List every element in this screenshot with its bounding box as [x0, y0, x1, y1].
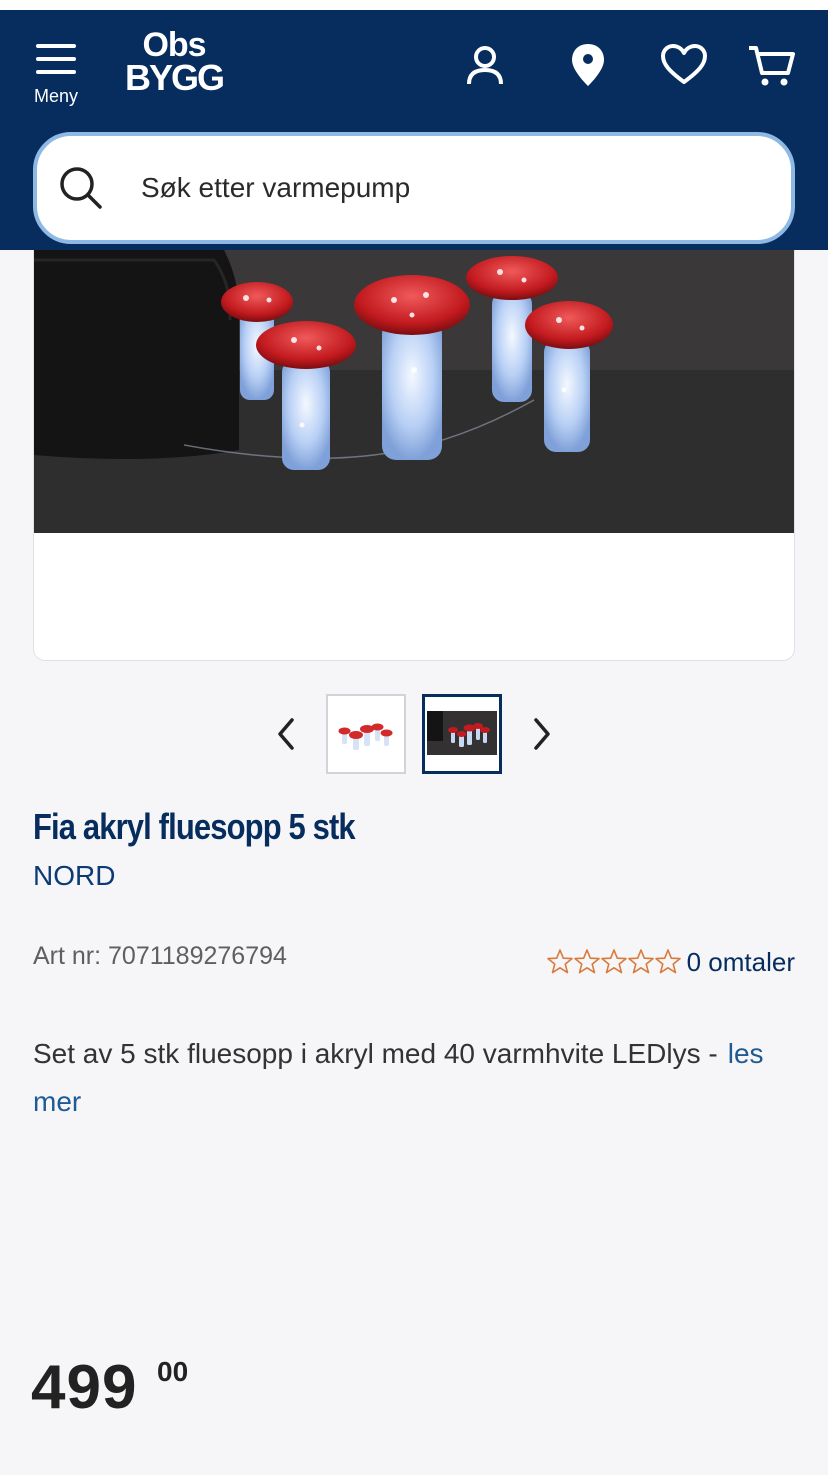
product-image-card — [33, 250, 795, 661]
product-title: Fia akryl fluesopp 5 stk — [33, 806, 356, 847]
menu-label: Meny — [33, 86, 78, 106]
star-icon — [627, 949, 654, 974]
description-text: Set av 5 stk fluesopp i akryl med 40 var… — [33, 1038, 718, 1069]
search-bar[interactable] — [33, 132, 795, 244]
search-icon[interactable] — [57, 164, 105, 212]
star-icon — [654, 949, 681, 974]
chevron-left-icon[interactable] — [270, 714, 302, 754]
price-integer: 499 — [31, 1353, 138, 1422]
thumbnail-carousel — [270, 694, 570, 774]
location-pin-icon[interactable] — [563, 40, 613, 90]
price-decimals: 00 — [157, 1356, 189, 1387]
product-description: Set av 5 stk fluesopp i akryl med 40 var… — [33, 1030, 793, 1126]
rating-stars — [546, 948, 681, 976]
product-photo[interactable] — [34, 250, 794, 533]
star-icon — [600, 949, 627, 974]
hamburger-icon — [36, 44, 76, 74]
star-icon — [546, 949, 573, 974]
heart-icon[interactable] — [659, 40, 709, 90]
star-icon — [573, 949, 600, 974]
article-number: Art nr: 7071189276794 — [33, 942, 287, 970]
cart-icon[interactable] — [747, 40, 797, 90]
product-rating[interactable]: 0 omtaler — [546, 942, 795, 982]
product-brand[interactable]: NORD — [33, 860, 115, 892]
top-strip — [0, 0, 828, 10]
product-thumbnail-2[interactable] — [422, 694, 502, 774]
user-icon[interactable] — [460, 40, 510, 90]
product-price: 499 00 — [31, 1352, 188, 1423]
review-count[interactable]: 0 omtaler — [687, 947, 795, 978]
obs-bygg-logo[interactable]: Obs BYGG — [124, 28, 225, 104]
site-header: Meny Obs BYGG — [0, 10, 828, 250]
logo-line-2: BYGG — [124, 57, 225, 98]
chevron-right-icon[interactable] — [526, 714, 558, 754]
product-thumbnail-1[interactable] — [326, 694, 406, 774]
menu-button[interactable]: Meny — [26, 40, 86, 120]
search-input[interactable] — [141, 160, 761, 216]
